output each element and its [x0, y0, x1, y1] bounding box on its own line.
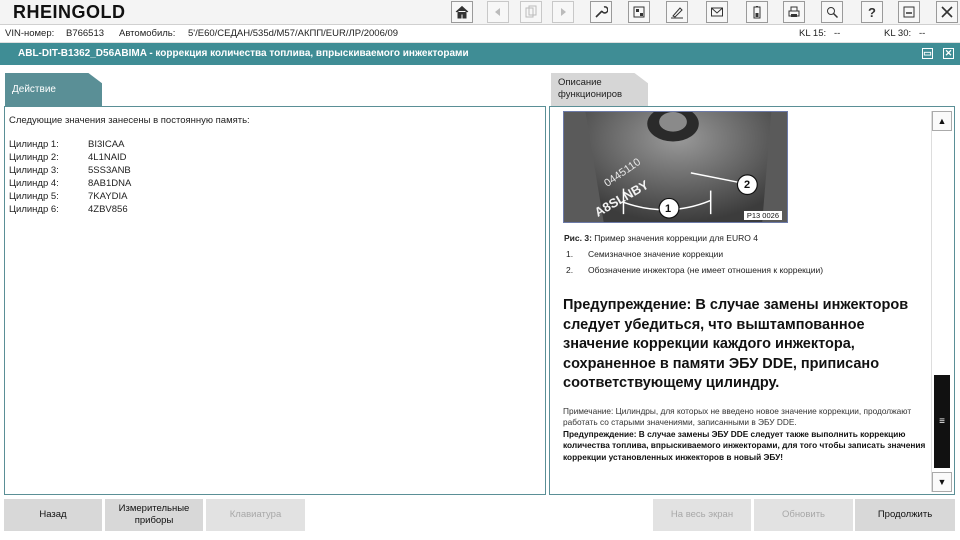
vehicle-info-bar: VIN-номер: B766513 Автомобиль: 5'/E60/СЕ… — [0, 25, 960, 43]
kl30-value: -- — [919, 28, 926, 39]
minimize-icon — [903, 6, 915, 18]
kl30-label: KL 30: — [884, 28, 912, 39]
close-icon — [941, 6, 953, 18]
page-title: ABL-DIT-B1362_D56ABIMA - коррекция колич… — [18, 48, 469, 59]
figure-caption: Рис. 3: Пример значения коррекции для EU… — [564, 233, 758, 243]
back-nav-button[interactable] — [487, 1, 509, 23]
cylinder-label: Цилиндр 3: — [9, 165, 59, 176]
rheingold-window: RHEINGOLD ? VIN-номер: B766513 Автомобил… — [0, 0, 960, 540]
cylinder-value: 4L1NAID — [88, 152, 127, 163]
list-text: Семизначное значение коррекции — [588, 249, 724, 259]
test-plan-title-bar: ABL-DIT-B1362_D56ABIMA - коррекция колич… — [0, 43, 960, 65]
continue-button[interactable]: Продолжить — [855, 499, 955, 531]
arrow-up-icon: ▲ — [937, 116, 947, 126]
close-button[interactable] — [936, 1, 958, 23]
action-panel: Следующие значения занесены в постоянную… — [4, 106, 546, 495]
car-value: 5'/E60/СЕДАН/535d/M57/АКПП/EUR/ЛР/2006/0… — [188, 28, 399, 39]
arrow-down-icon: ▼ — [937, 477, 947, 487]
cylinder-value: 8AB1DNA — [88, 178, 132, 189]
tab-action[interactable]: Действие — [5, 73, 102, 107]
minimize-panel-button[interactable]: ▭ — [922, 48, 933, 59]
note-warning-text: Предупреждение: В случае замены ЭБУ DDE … — [563, 429, 926, 462]
diagnosis-search-button[interactable] — [821, 1, 843, 23]
close-panel-button[interactable]: ✕ — [943, 48, 954, 59]
tab-function-description[interactable]: Описание функциониров — [551, 73, 648, 107]
action-intro-text: Следующие значения занесены в постоянную… — [9, 115, 250, 126]
note-text: Примечание: Цилиндры, для которых не вве… — [563, 406, 912, 428]
vehicle-test-button[interactable] — [628, 1, 650, 23]
scroll-up-button[interactable]: ▲ — [932, 111, 952, 131]
copy-button[interactable] — [520, 1, 542, 23]
home-icon — [455, 5, 469, 19]
list-text: Обозначение инжектора (не имеет отношени… — [588, 265, 824, 275]
delete-button[interactable] — [666, 1, 688, 23]
caption-prefix: Рис. 3: — [564, 233, 592, 243]
search-person-icon — [827, 7, 839, 19]
forward-nav-button[interactable] — [552, 1, 574, 23]
minimize-panel-icon: ▭ — [923, 48, 932, 58]
cylinder-label: Цилиндр 5: — [9, 191, 59, 202]
callout-2: 2 — [744, 179, 751, 191]
cylinder-label: Цилиндр 4: — [9, 178, 59, 189]
vin-label: VIN-номер: — [5, 28, 55, 39]
cylinder-label: Цилиндр 2: — [9, 152, 59, 163]
back-icon — [495, 8, 500, 16]
cylinder-value: 4ZBV856 — [88, 204, 128, 215]
printer-icon — [788, 6, 800, 17]
top-toolbar: RHEINGOLD ? — [0, 0, 960, 25]
kl15-label: KL 15: — [799, 28, 827, 39]
minimize-button[interactable] — [898, 1, 920, 23]
grip-icon: ≡ — [939, 416, 945, 427]
cylinder-value: 7KAYDIA — [88, 191, 128, 202]
photo-code: P13 0026 — [743, 211, 782, 220]
list-number: 2. — [566, 265, 574, 275]
list-number: 1. — [566, 249, 574, 259]
battery-button[interactable] — [746, 1, 768, 23]
keyboard-button[interactable]: Клавиатура — [206, 499, 305, 531]
app-logo: RHEINGOLD — [13, 2, 126, 22]
wrench-icon — [595, 6, 608, 18]
scroll-thumb[interactable]: ≡ — [934, 375, 950, 468]
fullscreen-button[interactable]: На весь экран — [653, 499, 751, 531]
home-button[interactable] — [451, 1, 473, 23]
messages-button[interactable] — [706, 1, 728, 23]
cylinder-label: Цилиндр 6: — [9, 204, 59, 215]
tablet-icon — [633, 6, 645, 18]
measuring-devices-button[interactable]: Измерительные приборы — [105, 499, 203, 531]
cylinder-value: BI3ICAA — [88, 139, 125, 150]
warning-heading: Предупреждение: В случае замены инжектор… — [563, 297, 909, 391]
close-panel-icon: ✕ — [944, 48, 953, 58]
caption-text: Пример значения коррекции для EURO 4 — [594, 233, 758, 243]
help-button[interactable]: ? — [861, 1, 883, 23]
service-functions-button[interactable] — [590, 1, 612, 23]
print-button[interactable] — [783, 1, 805, 23]
battery-icon — [753, 6, 761, 19]
envelope-icon — [711, 7, 723, 17]
injector-illustration: 0445110 A8SLNBY — [564, 112, 787, 222]
description-panel: 0445110 A8SLNBY 1 2 P13 0026 Рис. 3: При… — [549, 106, 955, 495]
scroll-down-button[interactable]: ▼ — [932, 472, 952, 492]
copy-icon — [525, 5, 537, 18]
cylinder-value: 5SS3ANB — [88, 165, 131, 176]
back-button[interactable]: Назад — [4, 499, 102, 531]
forward-icon — [561, 8, 566, 16]
cylinder-label: Цилиндр 1: — [9, 139, 59, 150]
injector-photo: 0445110 A8SLNBY 1 2 P13 0026 — [563, 111, 788, 223]
vin-value: B766513 — [66, 28, 105, 39]
kl15-value: -- — [834, 28, 841, 39]
help-icon: ? — [868, 4, 876, 20]
refresh-button[interactable]: Обновить — [754, 499, 853, 531]
car-label: Автомобиль: — [119, 28, 176, 39]
vertical-scrollbar[interactable]: ▲ ≡ ▼ — [931, 111, 952, 492]
callout-1: 1 — [665, 203, 672, 215]
eraser-icon — [671, 7, 683, 19]
